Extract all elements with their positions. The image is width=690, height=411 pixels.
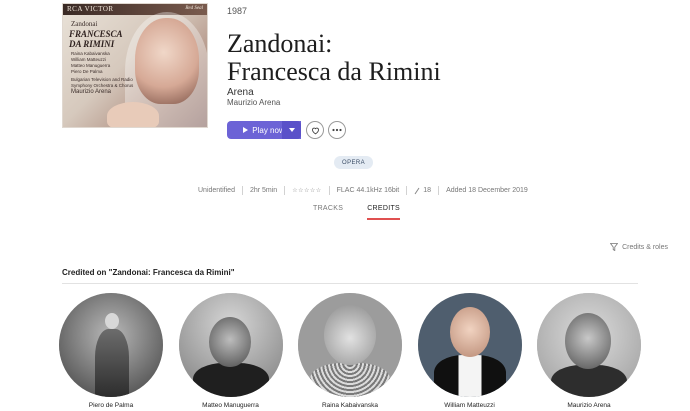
album-tabs: TRACKS CREDITS xyxy=(313,205,401,220)
album-cover: RCA VICTOR Red Seal Zandonai FRANCESCA D… xyxy=(62,3,208,128)
album-year: 1987 xyxy=(227,6,248,16)
tab-credits[interactable]: CREDITS xyxy=(367,205,401,220)
cover-title-line2: DA RIMINI xyxy=(69,39,115,49)
cover-title: FRANCESCA DA RIMINI xyxy=(69,29,123,49)
cover-composer: Zandonai xyxy=(71,20,98,28)
divider xyxy=(406,186,408,195)
person-name: William Matteuzzi xyxy=(444,402,495,409)
section-divider xyxy=(62,283,638,284)
person-name: Matteo Manuguerra xyxy=(202,402,259,409)
avatar xyxy=(178,293,283,397)
person-card[interactable]: Piero de Palma xyxy=(58,293,164,409)
divider xyxy=(438,186,440,195)
person-name: Maurizio Arena xyxy=(567,402,611,409)
divider xyxy=(328,186,330,195)
person-card[interactable]: Matteo Manuguerra xyxy=(178,293,284,409)
credits-roles-label: Credits & roles xyxy=(622,243,668,251)
avatar xyxy=(298,293,402,397)
more-options-button[interactable] xyxy=(328,121,346,139)
cover-hand xyxy=(107,102,159,127)
album-title-line1: Zandonai: xyxy=(227,29,333,58)
person-card[interactable]: William Matteuzzi xyxy=(417,293,523,409)
person-name: Piero de Palma xyxy=(88,402,134,409)
avatar xyxy=(537,293,641,397)
track-count: 18 xyxy=(423,187,432,194)
album-artist-link[interactable]: Arena xyxy=(227,87,254,98)
divider xyxy=(241,186,243,195)
person-card[interactable]: Maurizio Arena xyxy=(536,293,642,409)
person-name: Raina Kabaivanska xyxy=(321,402,378,409)
cover-label: RCA VICTOR xyxy=(67,5,114,13)
rating-stars[interactable]: ☆☆☆☆☆ xyxy=(292,187,321,194)
cover-cast-item: Maurizio Arena xyxy=(71,89,112,95)
credits-roles-filter[interactable]: Credits & roles xyxy=(610,243,668,251)
cover-portrait xyxy=(135,18,199,104)
cover-title-line1: FRANCESCA xyxy=(69,29,123,39)
credited-people-list: Piero de Palma Matteo Manuguerra Raina K… xyxy=(58,293,642,409)
identification-status[interactable]: Unidentified xyxy=(198,187,235,194)
heart-icon xyxy=(311,127,319,134)
play-now-label: Play now xyxy=(252,125,285,135)
album-duration: 2hr 5min xyxy=(249,187,278,194)
play-options-dropdown[interactable] xyxy=(282,121,301,139)
divider xyxy=(284,186,286,195)
cover-cast-item: Piero De Palma xyxy=(71,69,103,74)
favorite-button[interactable] xyxy=(306,121,324,139)
ellipsis-icon xyxy=(332,128,342,132)
tab-tracks[interactable]: TRACKS xyxy=(313,205,343,220)
audio-format: FLAC 44.1kHz 16bit xyxy=(336,187,400,194)
avatar xyxy=(59,293,163,397)
avatar xyxy=(417,293,522,397)
genre-tag[interactable]: OPERA xyxy=(334,156,374,169)
album-title: Zandonai: Francesca da Rimini xyxy=(227,30,441,86)
play-icon xyxy=(243,127,249,133)
person-card[interactable]: Raina Kabaivanska xyxy=(297,293,403,409)
album-title-line2: Francesca da Rimini xyxy=(227,57,441,86)
cover-label-right: Red Seal xyxy=(185,6,203,11)
music-note-icon xyxy=(414,187,420,194)
album-conductor-link[interactable]: Maurizio Arena xyxy=(227,98,280,107)
credited-on-heading: Credited on "Zandonai: Francesca da Rimi… xyxy=(62,268,235,277)
filter-icon xyxy=(610,243,619,251)
chevron-down-icon xyxy=(288,128,295,132)
cover-cast-list: Raina Kabaivanska William Matteuzzi Matt… xyxy=(71,51,133,95)
date-added: Added 18 December 2019 xyxy=(446,187,528,194)
album-meta-row: Unidentified 2hr 5min ☆☆☆☆☆ FLAC 44.1kHz… xyxy=(198,186,528,195)
